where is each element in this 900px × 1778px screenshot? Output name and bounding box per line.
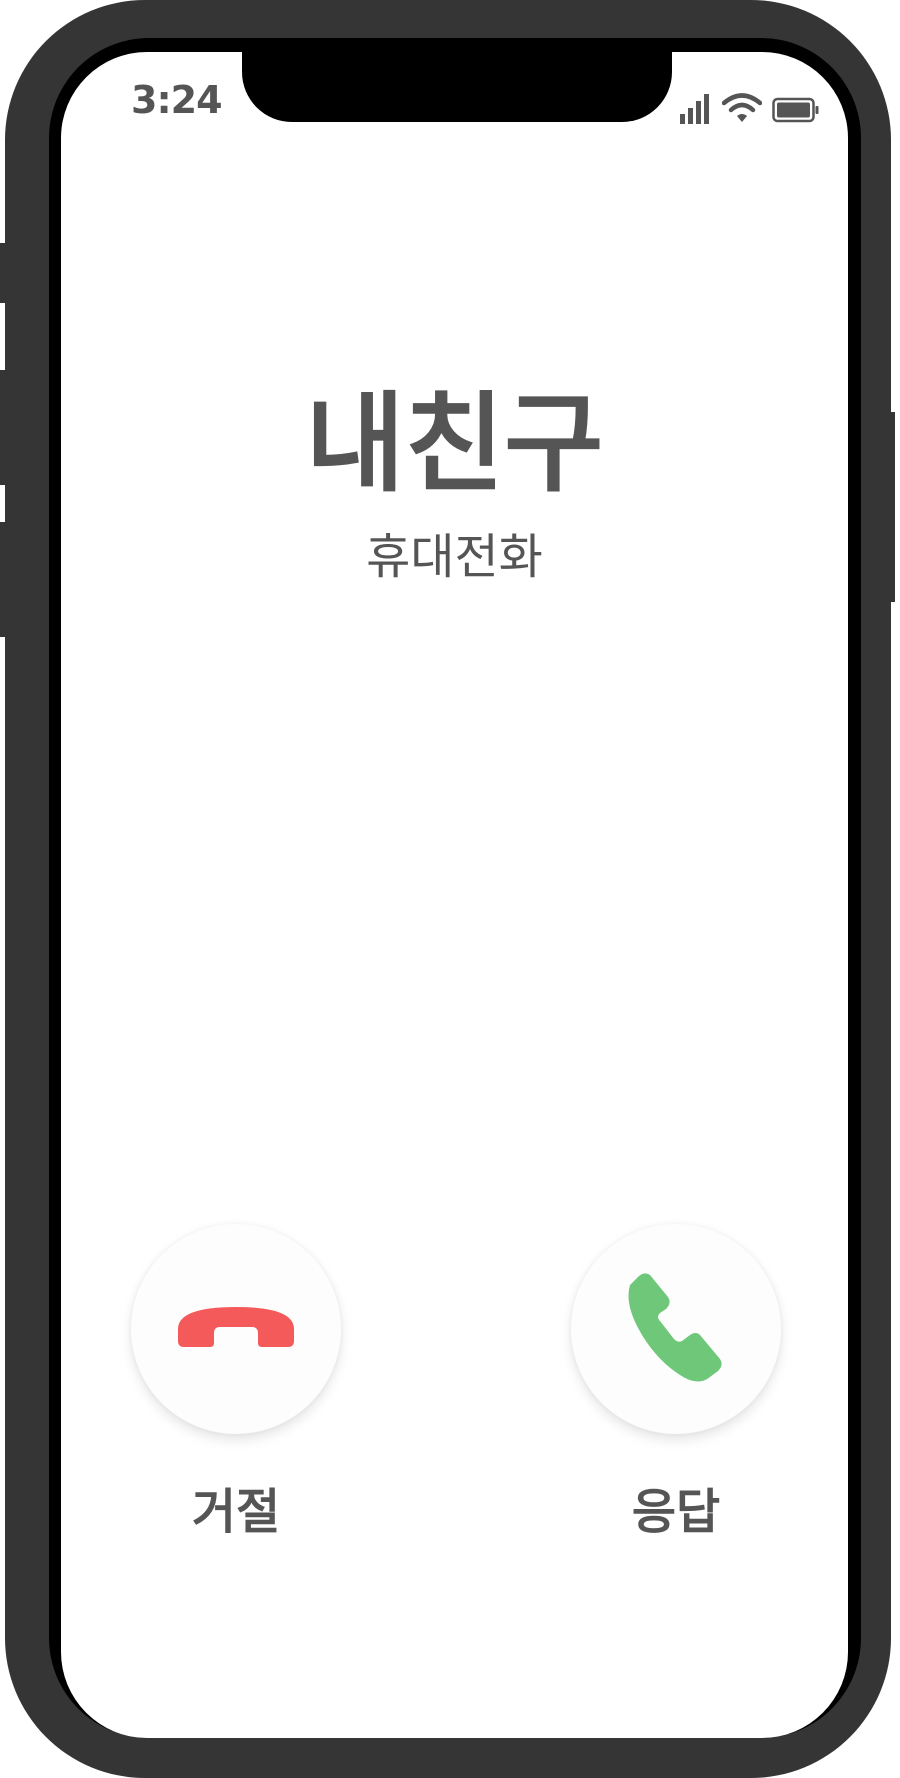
decline-label: 거절 bbox=[191, 1484, 281, 1540]
phone-frame: 3:24 내친구 휴대전화 거절 응답 bbox=[0, 0, 895, 1778]
caller-label: 휴대전화 bbox=[366, 529, 543, 585]
power-button bbox=[891, 412, 895, 602]
volume-down-button bbox=[0, 522, 5, 637]
status-time: 3:24 bbox=[131, 78, 223, 122]
caller-name: 내친구 bbox=[305, 382, 604, 507]
notch bbox=[242, 52, 672, 122]
cellular-signal-icon bbox=[680, 94, 712, 128]
wifi-icon bbox=[721, 92, 763, 128]
phone-bezel: 3:24 내친구 휴대전화 거절 응답 bbox=[49, 38, 861, 1738]
decline-button[interactable] bbox=[131, 1224, 341, 1434]
answer-button[interactable] bbox=[571, 1224, 781, 1434]
hang-up-phone-icon bbox=[174, 1303, 298, 1355]
volume-up-button bbox=[0, 370, 5, 485]
screen: 3:24 내친구 휴대전화 거절 응답 bbox=[61, 52, 848, 1738]
answer-label: 응답 bbox=[631, 1484, 721, 1540]
battery-icon bbox=[772, 96, 820, 128]
silent-switch bbox=[0, 243, 5, 303]
status-icons bbox=[680, 88, 820, 128]
phone-icon bbox=[624, 1269, 728, 1389]
